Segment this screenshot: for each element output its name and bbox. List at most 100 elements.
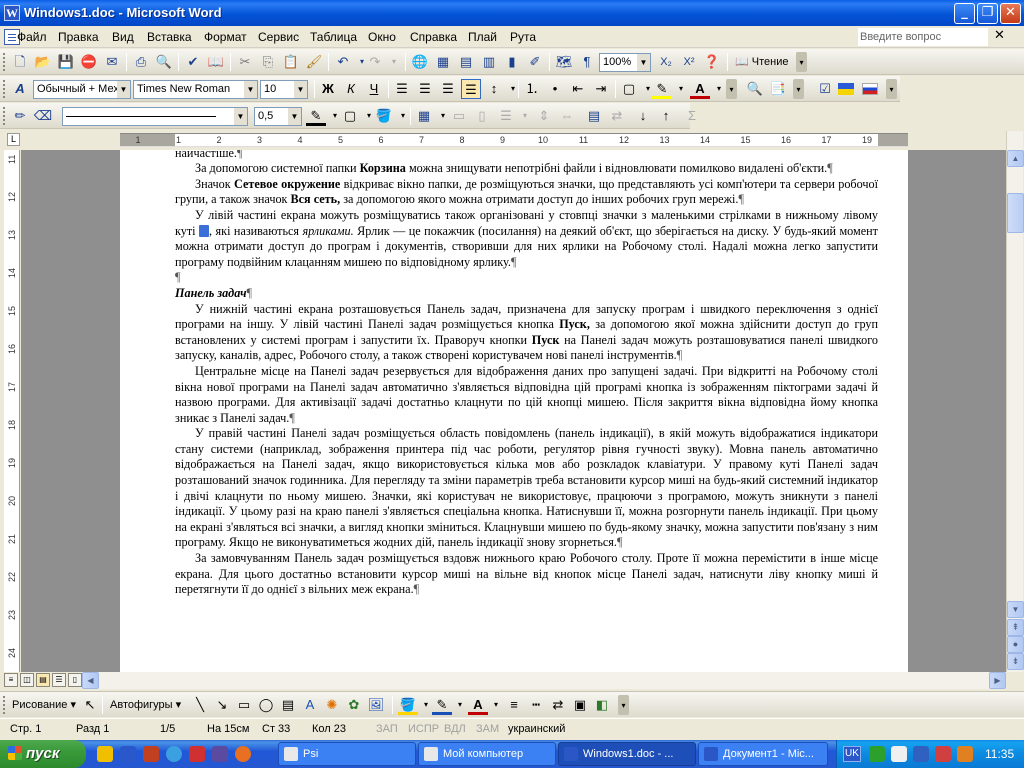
toolbar-grip[interactable] xyxy=(3,80,6,98)
paragraph[interactable]: придбаних за допомогою мережі дисків, а … xyxy=(175,150,878,161)
text-direction-icon[interactable]: ⇄ xyxy=(607,106,627,126)
line-style-icon[interactable]: ≡ xyxy=(504,695,524,715)
tray-icon[interactable] xyxy=(957,746,973,762)
menu-tools[interactable]: Сервис xyxy=(258,30,299,44)
section-heading[interactable]: Панель задач¶ xyxy=(175,286,878,302)
ukraine-flag-icon[interactable] xyxy=(838,83,854,95)
subscript-icon[interactable]: X₂ xyxy=(656,52,676,72)
line-style-select[interactable]: ▼ xyxy=(62,107,248,126)
toolbar-options-icon[interactable]: ▾ xyxy=(886,79,897,99)
paragraph[interactable]: Значок Сетевое окружение відкриває вікно… xyxy=(175,177,878,208)
status-rec[interactable]: ЗАП xyxy=(376,723,398,735)
quicklaunch-icon[interactable] xyxy=(143,746,159,762)
font-size-select[interactable]: 10 ▼ xyxy=(260,80,308,99)
menu-help[interactable]: Справка xyxy=(410,30,457,44)
help-icon[interactable]: ❓ xyxy=(702,52,722,72)
cut-icon[interactable]: ✂ xyxy=(235,52,255,72)
menu-file[interactable]: Файл xyxy=(17,30,47,44)
print-layout-icon[interactable]: ▤ xyxy=(36,673,50,687)
eraser-icon[interactable]: ⌫ xyxy=(33,106,53,126)
chevron-down-icon[interactable]: ▼ xyxy=(117,81,130,98)
vertical-scrollbar[interactable]: ▲ ▼ ⇞ ● ⇟ xyxy=(1006,131,1024,672)
word-count-icon[interactable]: 📑 xyxy=(768,79,788,99)
close-document-icon[interactable]: ✕ xyxy=(994,28,1005,43)
menu-edit[interactable]: Правка xyxy=(58,30,99,44)
minimize-button[interactable]: _ xyxy=(954,3,975,24)
increase-indent-icon[interactable]: ⇥ xyxy=(591,79,611,99)
textbox-icon[interactable]: ▤ xyxy=(278,695,298,715)
rectangle-icon[interactable]: ▭ xyxy=(234,695,254,715)
paste-icon[interactable]: 📋 xyxy=(281,52,301,72)
underline-icon[interactable]: Ч xyxy=(364,79,384,99)
line-spacing-icon[interactable]: ↕ xyxy=(484,79,504,99)
numbering-icon[interactable]: ⒈ xyxy=(522,79,542,99)
horizontal-scrollbar[interactable]: ◀ ▶ xyxy=(82,672,1006,689)
shortcut-arrow-image[interactable] xyxy=(199,224,210,237)
status-track-changes[interactable]: ИСПР xyxy=(408,723,439,735)
sort-ascending-icon[interactable]: ↓ xyxy=(633,106,653,126)
quicklaunch-icon[interactable] xyxy=(212,746,228,762)
status-extend[interactable]: ВДЛ xyxy=(444,723,466,735)
horizontal-ruler[interactable]: 1 1 2 3 4 5 6 7 8 9 10 11 12 13 14 15 16 17 19 xyxy=(120,133,908,147)
word-app-icon[interactable]: W xyxy=(4,5,20,21)
vertical-ruler[interactable]: 11 12 13 14 15 16 17 18 19 20 21 22 23 24 xyxy=(4,150,20,672)
align-cell-icon[interactable]: ☰ xyxy=(496,106,516,126)
align-left-icon[interactable]: ☰ xyxy=(392,79,412,99)
tray-icon[interactable] xyxy=(913,746,929,762)
3d-style-icon[interactable]: ◧ xyxy=(592,695,612,715)
scroll-thumb[interactable] xyxy=(1007,193,1024,233)
toolbar-grip[interactable] xyxy=(3,107,6,125)
undo-icon[interactable]: ↶ xyxy=(333,52,353,72)
task-my-computer[interactable]: Мой компьютер xyxy=(418,742,556,766)
line-spacing-dropdown-icon[interactable]: ▾ xyxy=(503,79,523,99)
redo-icon[interactable]: ↷ xyxy=(365,52,385,72)
task-document1[interactable]: Документ1 - Mic... xyxy=(698,742,828,766)
previous-page-button[interactable]: ⇞ xyxy=(1007,619,1024,636)
document-text[interactable]: придбаних за допомогою мережі дисків, а … xyxy=(175,150,878,598)
empty-paragraph[interactable]: ¶ xyxy=(175,270,878,286)
toolbar-options-icon[interactable]: ▾ xyxy=(796,52,807,72)
line-color-dropdown-icon[interactable]: ▾ xyxy=(450,695,470,715)
task-windows1-doc[interactable]: Windows1.doc - ... xyxy=(558,742,696,766)
document-map-icon[interactable]: 🗺 xyxy=(554,52,574,72)
diagram-icon[interactable]: ✺ xyxy=(322,695,342,715)
highlight-dropdown-icon[interactable]: ▾ xyxy=(671,79,691,99)
superscript-icon[interactable]: X² xyxy=(679,52,699,72)
chevron-down-icon[interactable]: ▼ xyxy=(244,81,257,98)
italic-icon[interactable]: К xyxy=(341,79,361,99)
paragraph[interactable]: У лівій частині екрана можуть розміщуват… xyxy=(175,208,878,270)
quicklaunch-icon[interactable] xyxy=(189,746,205,762)
draw-menu[interactable]: Рисование ▾ xyxy=(12,698,76,711)
style-select[interactable]: Обычный + Мех ▼ xyxy=(33,80,131,99)
ask-question-input[interactable]: Введите вопрос xyxy=(858,28,988,46)
paragraph[interactable]: У нижній частині екрана розташовується П… xyxy=(175,302,878,364)
scroll-down-button[interactable]: ▼ xyxy=(1007,601,1024,618)
menu-play[interactable]: Плай xyxy=(468,30,497,44)
wordart-icon[interactable]: A xyxy=(300,695,320,715)
shadow-style-icon[interactable]: ▣ xyxy=(570,695,590,715)
oval-icon[interactable]: ◯ xyxy=(256,695,276,715)
menu-ruta[interactable]: Рута xyxy=(510,30,536,44)
paragraph[interactable]: У правій частині Панелі задач розміщуєть… xyxy=(175,426,878,551)
show-hide-icon[interactable]: ¶ xyxy=(577,52,597,72)
russia-flag-icon[interactable] xyxy=(862,83,878,95)
scroll-right-button[interactable]: ▶ xyxy=(989,672,1006,689)
web-view-icon[interactable]: ◫ xyxy=(20,673,34,687)
permission-icon[interactable]: ⛔ xyxy=(79,52,99,72)
document-area[interactable]: придбаних за допомогою мережі дисків, а … xyxy=(21,150,1006,672)
open-folder-icon[interactable]: 📂 xyxy=(33,52,53,72)
language-indicator[interactable]: UK xyxy=(843,746,861,762)
spelling-icon[interactable]: ✔ xyxy=(183,52,203,72)
scroll-up-button[interactable]: ▲ xyxy=(1007,150,1024,167)
copy-icon[interactable]: ⎘ xyxy=(258,52,278,72)
tab-selector[interactable]: L xyxy=(7,133,20,146)
status-overtype[interactable]: ЗАМ xyxy=(476,723,499,735)
select-objects-icon[interactable]: ↖ xyxy=(80,695,100,715)
outside-border-icon[interactable]: ▢ xyxy=(340,106,360,126)
document-page[interactable]: придбаних за допомогою мережі дисків, а … xyxy=(120,150,908,672)
line-weight-select[interactable]: 0,5 ▼ xyxy=(254,107,302,126)
print-icon[interactable]: ⎙ xyxy=(131,52,151,72)
bold-icon[interactable]: Ж xyxy=(318,79,338,99)
distribute-rows-icon[interactable]: ⇕ xyxy=(534,106,554,126)
menu-view[interactable]: Вид xyxy=(112,30,134,44)
